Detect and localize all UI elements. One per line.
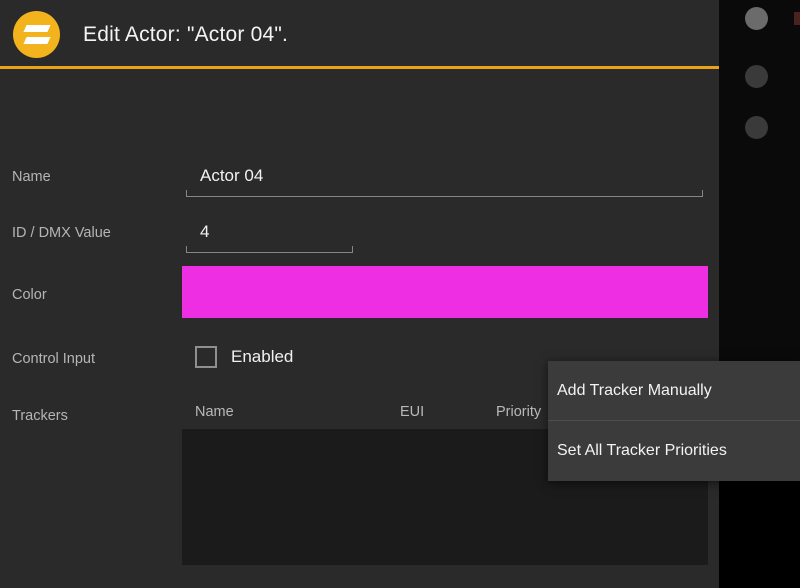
background-marker [794,12,800,25]
enabled-checkbox-label: Enabled [231,347,294,366]
color-swatch[interactable] [182,266,708,318]
background-dot-2 [745,65,768,88]
id-dmx-input-underline [186,246,353,253]
app-logo-icon [13,11,60,58]
name-label: Name [12,169,51,185]
edit-actor-dialog: Edit Actor: "Actor 04". Name Actor 04 ID… [0,0,719,588]
column-header-name: Name [195,404,234,420]
color-label: Color [12,287,47,303]
name-input[interactable]: Actor 04 [186,163,703,197]
column-header-priority: Priority [496,404,542,420]
name-input-underline [186,190,703,197]
dialog-title: Edit Actor: "Actor 04". [83,22,289,46]
id-dmx-label: ID / DMX Value [12,225,111,241]
id-dmx-input[interactable]: 4 [186,219,353,253]
screen-root: Edit Actor: "Actor 04". Name Actor 04 ID… [0,0,800,588]
control-input-label: Control Input [12,351,96,367]
dialog-body: Name Actor 04 ID / DMX Value 4 Color Con… [0,69,719,588]
menu-item-add-tracker-manually[interactable]: Add Tracker Manually [548,361,800,420]
enabled-checkbox[interactable] [195,346,217,368]
control-input-enabled-row[interactable]: Enabled [195,346,293,368]
background-dot-1 [745,7,768,30]
background-dot-3 [745,116,768,139]
menu-item-set-all-tracker-priorities[interactable]: Set All Tracker Priorities [548,421,800,480]
id-dmx-input-value: 4 [200,222,210,241]
column-header-eui: EUI [400,404,425,420]
name-input-value: Actor 04 [200,166,264,185]
dialog-header: Edit Actor: "Actor 04". [0,0,719,69]
tracker-overflow-menu: Add Tracker Manually Set All Tracker Pri… [548,361,800,481]
